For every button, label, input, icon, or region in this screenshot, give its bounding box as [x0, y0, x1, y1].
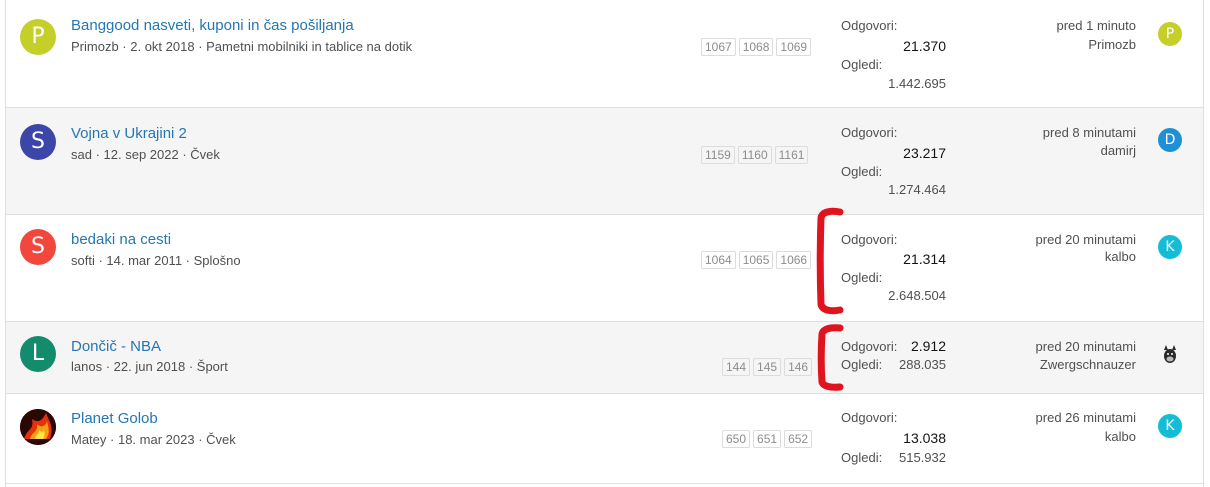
views-label: Ogledi: — [841, 57, 883, 72]
thread-author[interactable]: lanos — [71, 359, 102, 374]
dog-avatar-icon[interactable] — [1158, 342, 1182, 366]
thread-meta: Primozb · 2. okt 2018 · Pametni mobilnik… — [71, 39, 413, 54]
page-link[interactable]: 146 — [784, 358, 813, 376]
red-bracket-annotation — [816, 207, 844, 315]
page-jump-links: 650 651 652 — [722, 430, 813, 448]
thread-title[interactable]: Planet Golob — [71, 410, 158, 427]
page-link[interactable]: 1067 — [701, 38, 736, 56]
page-jump-links: 144 145 146 — [722, 358, 813, 376]
thread-meta: lanos · 22. jun 2018 · Šport — [71, 359, 228, 374]
last-post-time[interactable]: pred 26 minutami — [1036, 410, 1136, 425]
last-post-time[interactable]: pred 20 minutami — [1036, 232, 1136, 247]
views-label: Ogledi: — [841, 164, 883, 179]
page-link[interactable]: 144 — [722, 358, 751, 376]
thread-meta: sad · 12. sep 2022 · Čvek — [71, 147, 220, 162]
thread-row: S bedaki na cesti softi · 14. mar 2011 ·… — [6, 215, 1203, 322]
page-link[interactable]: 1064 — [701, 251, 736, 269]
page-link[interactable]: 1160 — [737, 146, 772, 164]
thread-date[interactable]: 12. sep 2022 — [104, 147, 179, 162]
views-label: Ogledi: — [841, 270, 883, 285]
thread-author[interactable]: Matey — [71, 432, 106, 447]
thread-date[interactable]: 14. mar 2011 — [106, 253, 182, 268]
author-avatar[interactable]: S — [20, 124, 56, 160]
replies-count: 2.912 — [910, 338, 946, 354]
page-link[interactable]: 650 — [722, 430, 751, 448]
last-post-user[interactable]: kalbo — [1105, 249, 1136, 264]
thread-row: S Vojna v Ukrajini 2 sad · 12. sep 2022 … — [6, 108, 1203, 215]
page-link[interactable]: 1161 — [774, 146, 809, 164]
page-jump-links: 1067 1068 1069 — [701, 38, 812, 56]
last-post-time[interactable]: pred 1 minuto — [1057, 18, 1137, 33]
thread-date[interactable]: 22. jun 2018 — [114, 359, 186, 374]
thread-forum[interactable]: Čvek — [206, 432, 236, 447]
thread-title[interactable]: bedaki na cesti — [71, 231, 171, 248]
page-link[interactable]: 652 — [784, 430, 813, 448]
thread-meta: Matey · 18. mar 2023 · Čvek — [71, 432, 236, 447]
page-link[interactable]: 1159 — [701, 146, 735, 164]
last-post-user[interactable]: Zwergschnauzer — [1040, 357, 1136, 372]
thread-list: P Banggood nasveti, kuponi in čas pošilj… — [5, 0, 1204, 487]
page-link[interactable]: 1065 — [738, 251, 774, 269]
last-poster-avatar[interactable]: D — [1158, 128, 1182, 152]
replies-count: 23.217 — [903, 145, 946, 161]
page-link[interactable]: 145 — [753, 358, 782, 376]
replies-label: Odgovori: — [841, 125, 898, 140]
thread-author[interactable]: sad — [71, 147, 92, 162]
last-post-time[interactable]: pred 8 minutami — [1043, 125, 1136, 140]
thread-forum[interactable]: Šport — [197, 359, 228, 374]
last-post-user[interactable]: kalbo — [1105, 429, 1136, 444]
page-link[interactable]: 1068 — [738, 38, 774, 56]
fire-photo-avatar-icon[interactable] — [20, 409, 56, 445]
page-link[interactable]: 651 — [753, 430, 782, 448]
thread-row: L Dončič - NBA lanos · 22. jun 2018 · Šp… — [6, 322, 1203, 394]
author-avatar[interactable]: S — [20, 229, 56, 265]
author-avatar[interactable]: L — [20, 336, 56, 372]
page-jump-links: 1159 1160 1161 — [701, 146, 809, 164]
thread-meta: softi · 14. mar 2011 · Splošno — [71, 253, 241, 268]
last-poster-avatar[interactable]: P — [1158, 22, 1182, 46]
last-post-time[interactable]: pred 20 minutami — [1036, 339, 1136, 354]
page-link[interactable]: 1066 — [776, 251, 812, 269]
replies-count: 13.038 — [903, 430, 946, 446]
thread-forum[interactable]: Splošno — [194, 253, 241, 268]
author-avatar[interactable]: P — [20, 19, 56, 55]
views-count: 1.442.695 — [888, 76, 946, 91]
thread-author[interactable]: Primozb — [71, 39, 119, 54]
views-count: 288.035 — [899, 357, 946, 372]
page-jump-links: 1064 1065 1066 — [701, 251, 812, 269]
thread-row: Planet Golob Matey · 18. mar 2023 · Čvek… — [6, 394, 1203, 484]
last-poster-avatar[interactable]: K — [1158, 235, 1182, 259]
last-post-user[interactable]: Primozb — [1088, 37, 1136, 52]
thread-forum[interactable]: Pametni mobilniki in tablice na dotik — [206, 39, 412, 54]
replies-label: Odgovori: — [841, 18, 898, 33]
thread-forum[interactable]: Čvek — [190, 147, 220, 162]
red-bracket-annotation — [817, 324, 844, 391]
thread-row: P Banggood nasveti, kuponi in čas pošilj… — [6, 0, 1203, 108]
replies-count: 21.370 — [903, 38, 946, 54]
thread-author[interactable]: softi — [71, 253, 95, 268]
last-post-user[interactable]: damirj — [1101, 143, 1136, 158]
thread-title[interactable]: Vojna v Ukrajini 2 — [71, 125, 187, 142]
views-count: 1.274.464 — [888, 182, 946, 197]
replies-label: Odgovori: — [841, 232, 898, 247]
thread-title[interactable]: Banggood nasveti, kuponi in čas pošiljan… — [71, 17, 354, 34]
last-poster-avatar[interactable]: K — [1158, 414, 1182, 438]
thread-date[interactable]: 18. mar 2023 — [118, 432, 195, 447]
thread-date[interactable]: 2. okt 2018 — [130, 39, 194, 54]
replies-label: Odgovori: — [841, 410, 898, 425]
thread-title[interactable]: Dončič - NBA — [71, 338, 161, 355]
page-link[interactable]: 1069 — [776, 38, 812, 56]
views-count: 515.932 — [899, 450, 946, 465]
